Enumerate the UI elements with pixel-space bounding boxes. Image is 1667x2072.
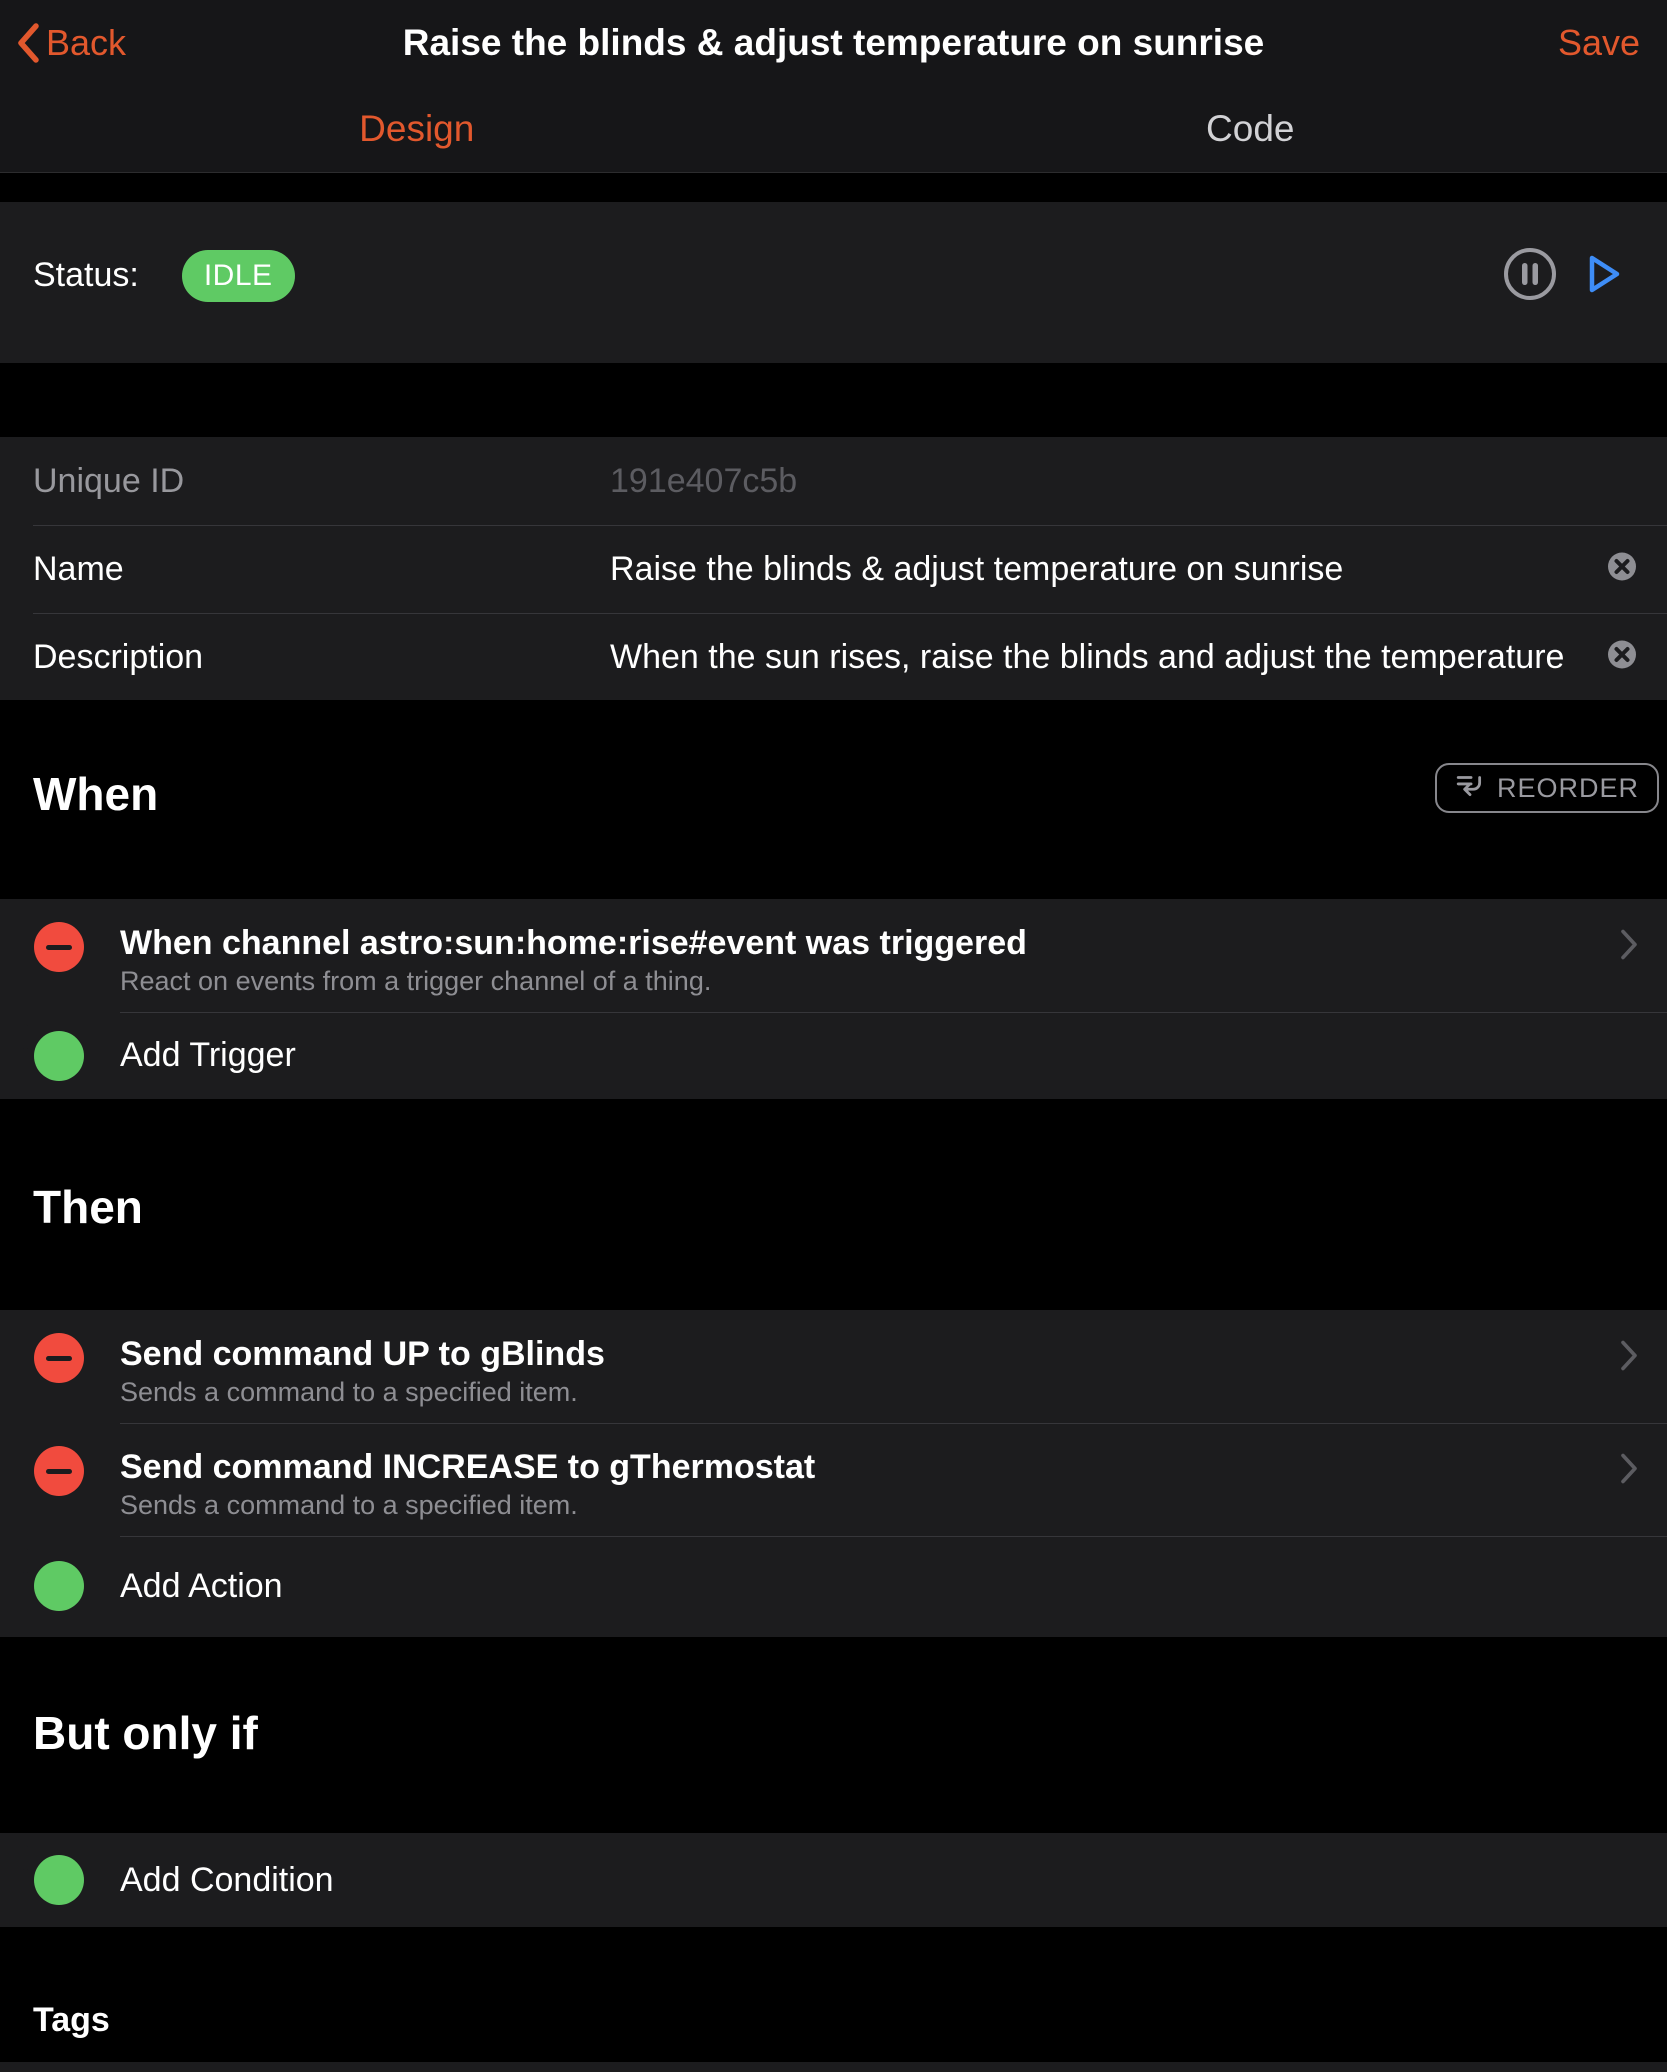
plus-circle-icon <box>34 1561 84 1611</box>
add-action-button[interactable]: Add Action <box>0 1536 1667 1636</box>
but-only-if-heading: But only if <box>33 1705 258 1761</box>
trigger-title: When channel astro:sun:home:rise#event w… <box>120 925 1027 961</box>
run-rule-button[interactable] <box>1577 249 1627 302</box>
action-subtitle: Sends a command to a specified item. <box>120 1376 578 1408</box>
when-heading: When <box>33 766 158 822</box>
tab-design[interactable]: Design <box>0 86 834 172</box>
delete-trigger-button[interactable] <box>34 922 84 972</box>
status-section: Status: IDLE <box>0 202 1667 363</box>
unique-id-row: Unique ID 191e407c5b <box>0 437 1667 525</box>
delete-action-button[interactable] <box>34 1333 84 1383</box>
add-action-label: Add Action <box>120 1567 283 1606</box>
plus-circle-icon <box>34 1855 84 1905</box>
page-title: Raise the blinds & adjust temperature on… <box>0 0 1667 86</box>
pause-icon <box>1501 245 1559 306</box>
then-heading: Then <box>33 1179 143 1235</box>
rule-details-section: Unique ID 191e407c5b Name Raise the blin… <box>0 437 1667 700</box>
add-trigger-label: Add Trigger <box>120 1036 296 1075</box>
play-icon <box>1577 249 1627 302</box>
clear-circle-icon <box>1607 569 1637 586</box>
status-badge: IDLE <box>182 250 295 302</box>
action-row[interactable]: Send command INCREASE to gThermostat Sen… <box>0 1423 1667 1536</box>
tab-bar: Design Code <box>0 86 1667 172</box>
chevron-right-icon <box>1619 1338 1639 1379</box>
save-button[interactable]: Save <box>1558 0 1640 86</box>
chevron-right-icon <box>1619 1451 1639 1492</box>
action-title: Send command INCREASE to gThermostat <box>120 1449 815 1485</box>
tags-section <box>0 2062 1667 2072</box>
action-subtitle: Sends a command to a specified item. <box>120 1489 578 1521</box>
delete-action-button[interactable] <box>34 1446 84 1496</box>
triggers-list: When channel astro:sun:home:rise#event w… <box>0 899 1667 1099</box>
action-title: Send command UP to gBlinds <box>120 1336 605 1372</box>
name-field[interactable]: Raise the blinds & adjust temperature on… <box>610 550 1607 589</box>
name-row: Name Raise the blinds & adjust temperatu… <box>0 525 1667 613</box>
tab-code[interactable]: Code <box>834 86 1667 172</box>
action-row[interactable]: Send command UP to gBlinds Sends a comma… <box>0 1310 1667 1423</box>
pause-rule-button[interactable] <box>1501 245 1559 306</box>
add-condition-label: Add Condition <box>120 1861 334 1900</box>
clear-name-button[interactable] <box>1607 552 1637 587</box>
navbar: Back Raise the blinds & adjust temperatu… <box>0 0 1667 173</box>
description-row: Description When the sun rises, raise th… <box>0 613 1667 701</box>
tags-heading: Tags <box>33 1998 110 2042</box>
status-label: Status: <box>33 256 139 295</box>
chevron-right-icon <box>1619 927 1639 968</box>
description-label: Description <box>33 638 203 677</box>
add-condition-button[interactable]: Add Condition <box>0 1833 1667 1927</box>
rule-editor-screen: Back Raise the blinds & adjust temperatu… <box>0 0 1667 2072</box>
actions-list: Send command UP to gBlinds Sends a comma… <box>0 1310 1667 1637</box>
clear-circle-icon <box>1607 657 1637 674</box>
add-trigger-button[interactable]: Add Trigger <box>0 1012 1667 1099</box>
conditions-list: Add Condition <box>0 1833 1667 1927</box>
name-label: Name <box>33 550 124 589</box>
trigger-row[interactable]: When channel astro:sun:home:rise#event w… <box>0 899 1667 1012</box>
reorder-icon <box>1455 771 1485 806</box>
reorder-label: REORDER <box>1497 773 1639 804</box>
navbar-top-row: Back Raise the blinds & adjust temperatu… <box>0 0 1667 86</box>
unique-id-value: 191e407c5b <box>610 462 1607 501</box>
clear-description-button[interactable] <box>1607 640 1637 675</box>
description-field[interactable]: When the sun rises, raise the blinds and… <box>610 638 1607 677</box>
plus-circle-icon <box>34 1031 84 1081</box>
reorder-button[interactable]: REORDER <box>1435 763 1659 813</box>
unique-id-label: Unique ID <box>33 462 184 501</box>
trigger-subtitle: React on events from a trigger channel o… <box>120 965 711 997</box>
